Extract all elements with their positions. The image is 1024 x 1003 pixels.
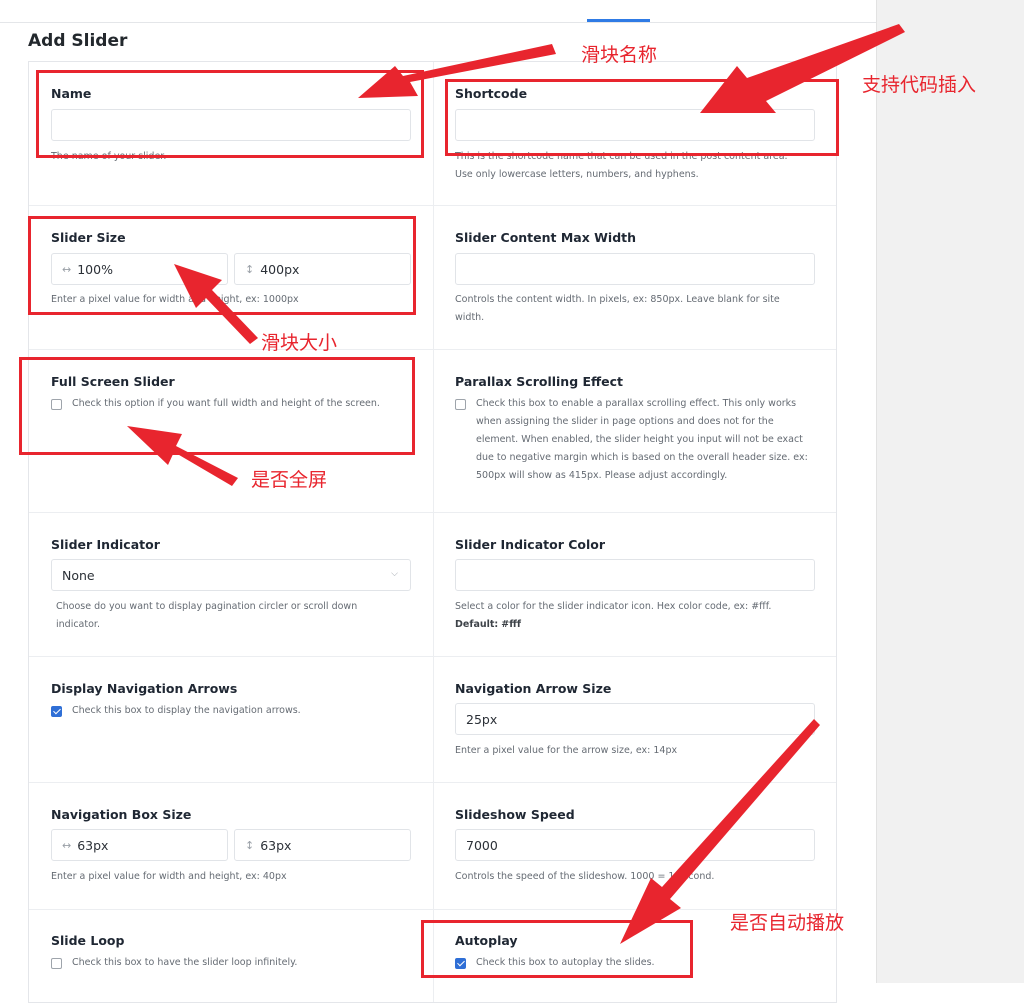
default-label: Default:	[455, 619, 499, 630]
parallax-help: Check this box to enable a parallax scro…	[476, 398, 808, 481]
slide-loop-help: Check this box to have the slider loop i…	[72, 957, 298, 968]
slider-indicator-value: None	[62, 567, 95, 583]
annotation-box-fullscreen	[19, 357, 415, 455]
nav-box-width-input[interactable]: ↔ 63px	[51, 829, 228, 861]
parallax-label: Parallax Scrolling Effect	[455, 374, 624, 389]
slider-indicator-select[interactable]: None ⌵	[51, 559, 411, 591]
slider-indicator-label: Slider Indicator	[51, 537, 160, 552]
indicator-color-help: Select a color for the slider indicator …	[455, 598, 815, 634]
vertical-arrows-icon: ↕	[245, 838, 255, 852]
nav-arrows-checkbox[interactable]	[51, 706, 62, 717]
annotation-label-size: 滑块大小	[261, 332, 338, 354]
nav-arrow-size-input[interactable]: 25px	[455, 703, 815, 735]
active-tab-indicator	[587, 19, 650, 22]
content-max-width-help: Controls the content width. In pixels, e…	[455, 294, 780, 323]
row-divider	[29, 512, 836, 513]
nav-box-width-value: 63px	[77, 837, 109, 853]
slideshow-speed-value: 7000	[466, 837, 498, 853]
indicator-color-input[interactable]	[455, 559, 815, 591]
horizontal-arrows-icon: ↔	[62, 838, 72, 852]
nav-box-size-label: Navigation Box Size	[51, 807, 192, 822]
slideshow-speed-input[interactable]: 7000	[455, 829, 815, 861]
annotation-box-size	[28, 216, 416, 315]
annotation-box-name	[36, 70, 424, 158]
nav-arrows-help: Check this box to display the navigation…	[72, 705, 301, 716]
row-divider	[29, 205, 836, 206]
top-tab-bar	[0, 0, 876, 23]
annotation-label-fullscreen: 是否全屏	[251, 469, 328, 491]
slider-settings-panel: Name The name of your slider. Shortcode …	[28, 61, 837, 1003]
page-title: Add Slider	[28, 31, 128, 51]
default-value: #fff	[501, 619, 522, 630]
column-divider	[433, 62, 434, 1002]
annotation-label-autoplay: 是否自动播放	[730, 912, 845, 934]
annotation-label-name: 滑块名称	[581, 44, 658, 66]
annotation-box-autoplay	[421, 920, 693, 978]
slider-indicator-help: Choose do you want to display pagination…	[56, 601, 358, 630]
nav-arrows-label: Display Navigation Arrows	[51, 681, 238, 696]
row-divider	[29, 349, 836, 350]
nav-arrow-size-value: 25px	[466, 711, 498, 727]
slideshow-speed-help: Controls the speed of the slideshow. 100…	[455, 871, 715, 882]
slideshow-speed-label: Slideshow Speed	[455, 807, 575, 822]
nav-arrow-size-help: Enter a pixel value for the arrow size, …	[455, 745, 678, 756]
indicator-color-help-text: Select a color for the slider indicator …	[455, 601, 772, 612]
annotation-label-shortcode: 支持代码插入	[862, 74, 977, 96]
row-divider	[29, 782, 836, 783]
nav-box-height-input[interactable]: ↕ 63px	[234, 829, 411, 861]
nav-box-height-value: 63px	[260, 837, 292, 853]
parallax-checkbox[interactable]	[455, 399, 466, 410]
nav-arrow-size-label: Navigation Arrow Size	[455, 681, 612, 696]
content-max-width-input[interactable]	[455, 253, 815, 285]
annotation-box-shortcode	[445, 79, 839, 156]
right-sidebar-background	[876, 0, 1024, 983]
chevron-down-icon: ⌵	[391, 569, 398, 579]
slide-loop-label: Slide Loop	[51, 933, 125, 948]
content-max-width-label: Slider Content Max Width	[455, 230, 637, 245]
row-divider	[29, 909, 836, 910]
row-divider	[29, 656, 836, 657]
indicator-color-label: Slider Indicator Color	[455, 537, 606, 552]
nav-box-size-help: Enter a pixel value for width and height…	[51, 871, 287, 882]
slide-loop-checkbox[interactable]	[51, 958, 62, 969]
